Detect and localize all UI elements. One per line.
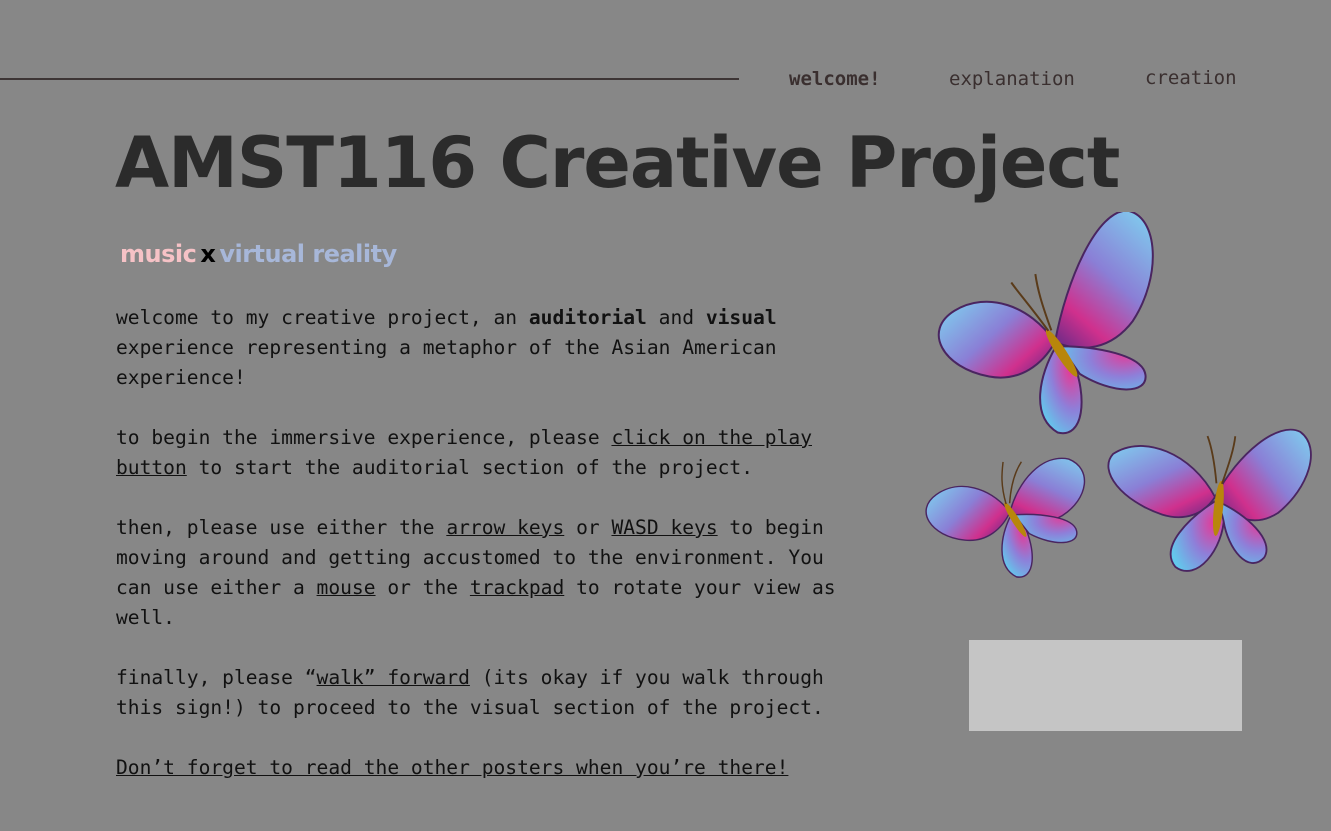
text: experience representing a metaphor of th… bbox=[116, 336, 777, 389]
text: finally, please “ bbox=[116, 666, 317, 689]
placeholder-box bbox=[969, 640, 1242, 731]
text: or bbox=[564, 516, 612, 539]
intro-paragraph-2: to begin the immersive experience, pleas… bbox=[116, 423, 866, 483]
intro-paragraph-5: Don’t forget to read the other posters w… bbox=[116, 753, 866, 783]
intro-paragraph-1: welcome to my creative project, an audit… bbox=[116, 303, 866, 393]
butterfly-icon bbox=[937, 212, 1154, 435]
bold-auditorial: auditorial bbox=[528, 306, 647, 329]
wasd-keys-text: WASD keys bbox=[611, 516, 718, 539]
subtitle-vr: virtual reality bbox=[219, 240, 397, 268]
page-title: AMST116 Creative Project bbox=[115, 122, 1120, 204]
nav-welcome[interactable]: welcome! bbox=[789, 68, 881, 90]
text: welcome to my creative project, an bbox=[116, 306, 529, 329]
intro-paragraph-3: then, please use either the arrow keys o… bbox=[116, 513, 866, 633]
nav-creation[interactable]: creation bbox=[1145, 67, 1237, 89]
walk-forward-text: walk” forward bbox=[316, 666, 470, 689]
arrow-keys-text: arrow keys bbox=[446, 516, 565, 539]
bold-visual: visual bbox=[705, 306, 777, 329]
text: then, please use either the bbox=[116, 516, 447, 539]
intro-paragraph-4: finally, please “walk” forward (its okay… bbox=[116, 663, 866, 723]
text: and bbox=[646, 306, 706, 329]
text: or the bbox=[375, 576, 470, 599]
header-divider bbox=[0, 78, 739, 80]
mouse-text: mouse bbox=[316, 576, 376, 599]
intro-text: welcome to my creative project, an audit… bbox=[116, 303, 866, 813]
butterfly-icon bbox=[1107, 428, 1312, 572]
trackpad-text: trackpad bbox=[469, 576, 565, 599]
butterfly-icon bbox=[925, 457, 1086, 578]
subtitle-music: music bbox=[120, 240, 197, 268]
subtitle-x: x bbox=[200, 240, 216, 268]
nav-explanation[interactable]: explanation bbox=[949, 68, 1075, 90]
butterflies-image bbox=[925, 212, 1312, 578]
posters-link[interactable]: Don’t forget to read the other posters w… bbox=[116, 756, 788, 779]
text: to start the auditorial section of the p… bbox=[186, 456, 754, 479]
page-subtitle: music x virtual reality bbox=[120, 240, 397, 268]
text: to begin the immersive experience, pleas… bbox=[116, 426, 612, 449]
